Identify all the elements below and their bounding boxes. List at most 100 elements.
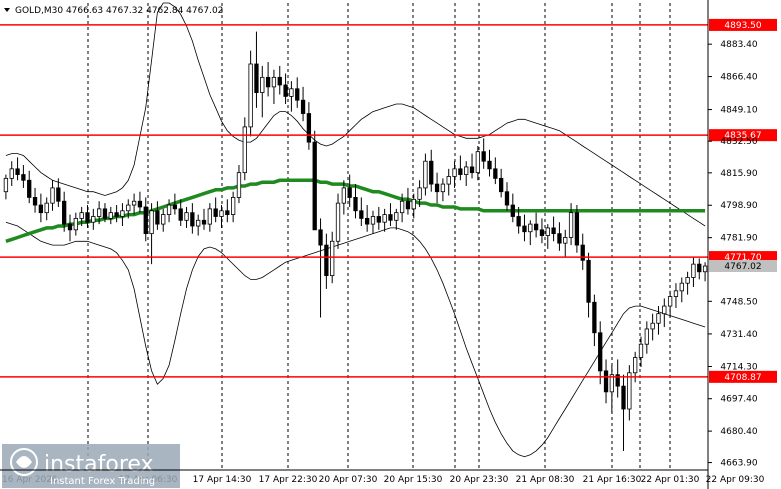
- candle-body-54: [318, 229, 323, 246]
- candle-body-89: [522, 225, 527, 233]
- candle-body-81: [475, 151, 481, 174]
- candle-body-60: [353, 197, 358, 212]
- candle-body-26: [155, 210, 160, 225]
- x-tick-label-4: 20 Apr 07:30: [319, 475, 378, 485]
- candle-body-112: [656, 313, 661, 324]
- candle-body-51: [300, 99, 306, 114]
- candle-body-68: [399, 200, 405, 214]
- x-tick-label-8: 21 Apr 16:30: [583, 475, 642, 485]
- candle-body-61: [359, 210, 364, 219]
- candle-body-97: [568, 212, 574, 238]
- candle-body-55: [324, 244, 329, 276]
- candle-body-103: [603, 370, 609, 393]
- candle-body-25: [149, 210, 154, 235]
- candle-body-18: [108, 212, 113, 219]
- x-tick-label-5: 20 Apr 15:30: [384, 475, 443, 485]
- candle-body-119: [697, 263, 702, 273]
- candle-body-120: [702, 265, 708, 273]
- candle-body-28: [166, 204, 172, 215]
- candle-body-62: [365, 217, 370, 225]
- y-tick-label-6: 4781.90: [720, 234, 757, 244]
- candle-body-82: [481, 151, 486, 162]
- candle-body-43: [254, 63, 259, 93]
- candle-body-9: [56, 187, 61, 202]
- candle-body-47: [277, 76, 282, 86]
- candle-body-16: [96, 208, 102, 217]
- candle-body-78: [458, 168, 463, 175]
- candle-body-98: [574, 212, 580, 246]
- y-tick-label-7: 4748.50: [720, 297, 757, 307]
- candle-body-75: [440, 183, 446, 193]
- candle-body-110: [644, 328, 649, 345]
- y-tick-label-4: 4815.90: [720, 169, 757, 179]
- candle-body-33: [196, 219, 201, 227]
- candle-body-7: [44, 202, 49, 214]
- candle-body-14: [85, 212, 90, 223]
- level-tag-label-3: 4708.87: [724, 373, 761, 383]
- candle-body-111: [650, 322, 655, 330]
- candle-body-8: [50, 187, 55, 204]
- candle-body-46: [271, 76, 277, 88]
- candle-body-40: [236, 172, 242, 198]
- candle-body-49: [289, 88, 294, 97]
- candle-body-1: [9, 168, 14, 179]
- y-tick-label-10: 4697.40: [720, 395, 757, 405]
- candle-body-80: [469, 166, 475, 174]
- candle-body-21: [126, 204, 131, 212]
- candle-body-73: [429, 160, 434, 185]
- candle-body-15: [91, 216, 96, 223]
- candle-body-99: [580, 244, 585, 261]
- current-price-label: 4767.02: [724, 262, 761, 272]
- y-tick-label-1: 4866.40: [720, 73, 757, 83]
- candle-body-57: [335, 202, 341, 242]
- candle-body-12: [73, 217, 78, 231]
- candle-body-115: [673, 290, 679, 297]
- candle-body-90: [528, 223, 533, 233]
- candle-body-17: [102, 208, 108, 219]
- candle-body-83: [487, 160, 492, 170]
- candle-body-6: [38, 204, 44, 214]
- candle-body-29: [172, 204, 178, 210]
- x-tick-label-7: 21 Apr 08:30: [516, 475, 575, 485]
- candle-body-107: [627, 372, 632, 410]
- candle-body-70: [411, 198, 416, 210]
- candle-body-100: [586, 259, 591, 303]
- candle-body-96: [563, 237, 568, 244]
- candle-body-24: [143, 206, 148, 235]
- price-chart[interactable]: 4893.504835.674771.704708.874767.02 4883…: [0, 0, 781, 489]
- watermark-brand: instaforex: [44, 452, 154, 477]
- x-tick-label-6: 20 Apr 23:30: [450, 475, 509, 485]
- candle-body-35: [207, 208, 212, 225]
- candle-body-3: [21, 174, 26, 181]
- candle-body-64: [376, 216, 381, 223]
- candle-body-23: [137, 200, 143, 208]
- candle-body-2: [15, 168, 20, 175]
- level-tag-label-0: 4893.50: [724, 21, 761, 31]
- candle-body-114: [667, 296, 673, 307]
- candle-body-65: [382, 214, 387, 223]
- candle-body-92: [539, 229, 545, 236]
- candle-body-95: [557, 233, 562, 244]
- candle-body-39: [230, 197, 236, 215]
- candle-body-84: [493, 168, 498, 179]
- candle-body-20: [120, 210, 125, 217]
- candle-body-41: [242, 126, 247, 174]
- candle-body-13: [79, 212, 84, 219]
- candle-body-67: [394, 212, 399, 221]
- candle-body-85: [499, 177, 504, 193]
- candle-body-79: [464, 166, 469, 175]
- x-tick-label-2: 17 Apr 14:30: [193, 475, 252, 485]
- candle-body-58: [341, 187, 346, 204]
- candle-body-94: [551, 227, 556, 235]
- x-tick-label-10: 22 Apr 09:30: [706, 475, 765, 485]
- y-tick-label-12: 4663.90: [720, 459, 757, 469]
- candle-body-117: [685, 277, 690, 284]
- y-tick-label-11: 4680.40: [720, 427, 757, 437]
- candle-body-101: [592, 301, 597, 334]
- candle-body-37: [219, 210, 224, 217]
- candle-body-45: [265, 76, 271, 88]
- candle-body-87: [510, 204, 515, 217]
- candle-body-109: [638, 343, 644, 358]
- candle-body-44: [260, 76, 265, 93]
- candle-body-66: [388, 214, 393, 221]
